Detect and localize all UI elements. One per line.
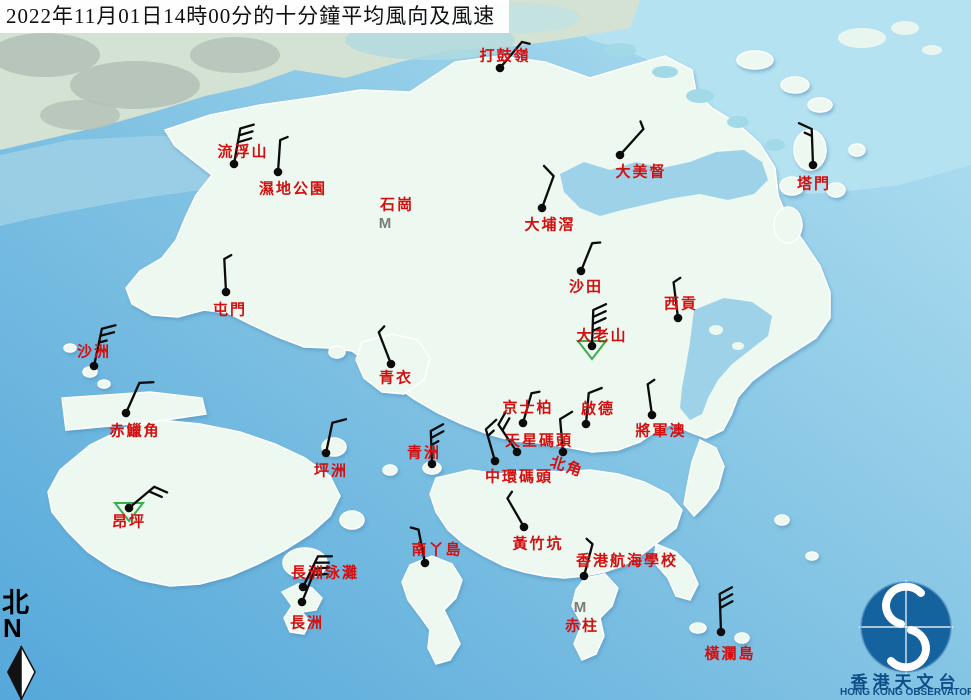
hko-name-english: HONG KONG OBSERVATORY	[840, 687, 971, 698]
station-dot	[274, 168, 283, 177]
station-dot	[428, 460, 437, 469]
station-dot	[580, 572, 589, 581]
hko-logo: 香港天文台 HONG KONG OBSERVATORY	[840, 578, 971, 700]
mirs-bay-islet-4	[727, 116, 749, 128]
island-kau-sai-1	[709, 325, 723, 335]
station-dot	[230, 160, 239, 169]
island-double-haven	[808, 98, 832, 112]
station-dot	[122, 409, 131, 418]
island-kau-sai-3	[718, 388, 730, 396]
island-ne-3	[849, 144, 865, 156]
hong-kong-map: MM	[0, 0, 971, 700]
missing-data-marker: M	[379, 215, 392, 232]
island-waglan	[735, 633, 749, 643]
station-dot	[717, 628, 726, 637]
station-dot	[809, 161, 818, 170]
mirs-bay-islet-3	[686, 89, 714, 103]
station-dot	[298, 598, 307, 607]
station-dot	[222, 288, 231, 297]
island-lung-kwu-chau	[64, 344, 76, 352]
far-ne-island-1	[838, 28, 886, 48]
station-dot	[559, 448, 568, 457]
mirs-bay-islet-2	[652, 66, 678, 78]
station-dot	[90, 362, 99, 371]
mirs-bay-islet-1	[604, 43, 636, 57]
mirs-bay-islet-5	[765, 139, 785, 151]
compass-north-en: N	[3, 616, 46, 640]
map-title: 2022年11月01日14時00分的十分鐘平均風向及風速	[0, 0, 509, 33]
compass: 北 N	[2, 590, 46, 640]
station-dot	[520, 523, 529, 532]
island-hei-ling-chau	[340, 511, 364, 529]
island-se-2	[806, 552, 818, 560]
island-kat-o	[737, 51, 773, 69]
island-kau-sai-2	[732, 342, 744, 350]
station-dot	[674, 314, 683, 323]
station-dot	[519, 419, 528, 428]
wind-map-page: MM 打鼓嶺流浮山濕地公園石崗大美督塔門大埔滘沙田屯門西貢沙洲大老山青衣赤鱲角京…	[0, 0, 971, 700]
station-dot	[322, 449, 331, 458]
station-dot	[538, 204, 547, 213]
station-dot	[496, 64, 505, 73]
station-dot	[616, 151, 625, 160]
station-dot	[577, 267, 586, 276]
station-dot	[588, 342, 597, 351]
station-dot	[648, 411, 657, 420]
station-dot	[421, 559, 430, 568]
station-dot	[582, 420, 591, 429]
island-crooked	[781, 77, 809, 93]
missing-data-marker: M	[574, 599, 587, 616]
island-ne-1	[780, 177, 804, 195]
island-ma-wan	[329, 346, 345, 358]
island-po-toi-1	[690, 623, 706, 633]
station-dot	[513, 448, 522, 457]
island-grass-island	[774, 207, 802, 243]
island-sha-chau-2	[98, 380, 110, 388]
station-dot	[491, 457, 500, 466]
island-kau-yi-chau	[383, 465, 397, 475]
island-se-1	[775, 515, 789, 525]
far-ne-island-2	[891, 21, 919, 35]
island-ne-2	[827, 183, 845, 197]
station-dot	[125, 504, 134, 513]
station-dot	[387, 360, 396, 369]
far-ne-island-3	[922, 45, 942, 55]
